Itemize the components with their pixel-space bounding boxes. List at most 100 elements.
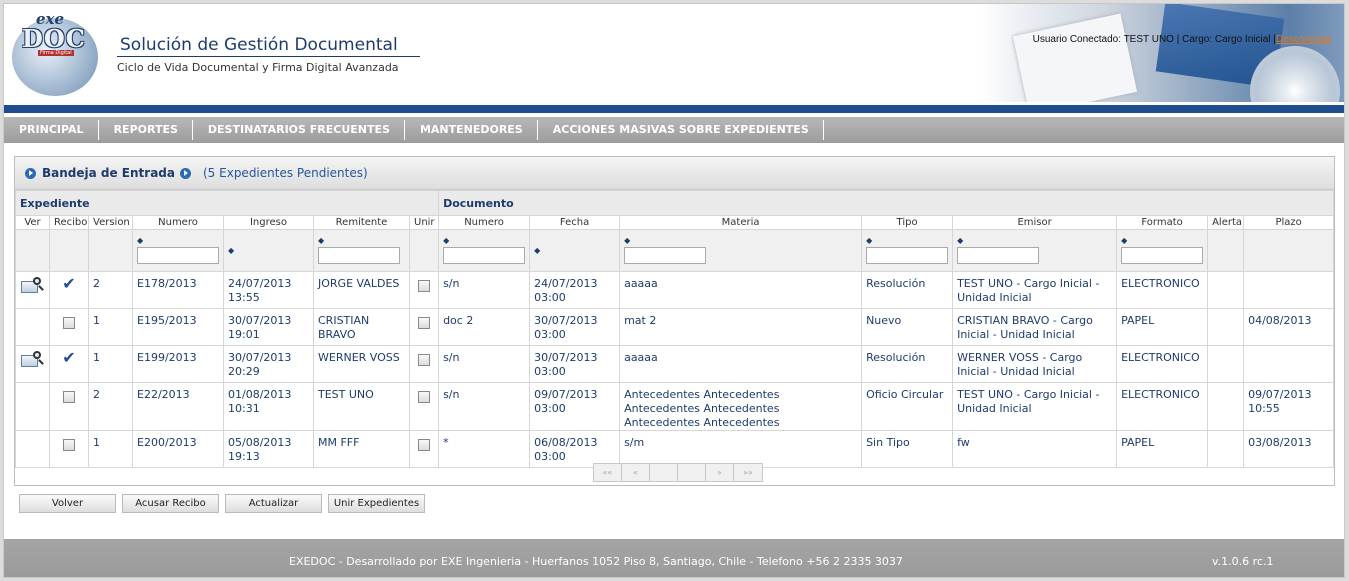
sort-materia-icon[interactable]: ◆ bbox=[624, 236, 857, 246]
merge-checkbox[interactable] bbox=[418, 439, 431, 451]
table-row[interactable]: ✔ 2 E178/2013 24/07/2013 13:55 JORGE VALDES s… bbox=[15, 271, 1335, 309]
merge-checkbox[interactable] bbox=[418, 391, 431, 403]
cell-formato: ELECTRONICO bbox=[1116, 271, 1209, 309]
sort-ingreso-icon[interactable]: ◆ bbox=[228, 246, 309, 256]
table-row[interactable]: 1 E195/2013 30/07/2013 19:01 CRISTIAN BRAVO… bbox=[15, 308, 1335, 346]
cell-emisor: fw bbox=[952, 430, 1118, 468]
cell-remitente: MM FFF bbox=[313, 430, 410, 468]
inbox-toggle-icon[interactable] bbox=[180, 167, 191, 179]
cell-tipo: Resolución bbox=[861, 271, 954, 309]
main-nav: PRINCIPAL REPORTES DESTINATARIOS FRECUEN… bbox=[4, 117, 1344, 143]
merge-checkbox[interactable] bbox=[418, 280, 431, 292]
received-check-icon: ✔ bbox=[62, 274, 76, 293]
filter-doc-numero-input[interactable] bbox=[443, 247, 526, 264]
footer-text: EXEDOC - Desarrollado por EXE Ingenieria… bbox=[289, 555, 903, 568]
cell-version: 2 bbox=[88, 271, 133, 309]
cell-unir bbox=[408, 308, 440, 346]
filter-tipo-input[interactable] bbox=[866, 247, 949, 264]
nav-mantenedores[interactable]: MANTENEDORES bbox=[405, 120, 538, 140]
receipt-checkbox[interactable] bbox=[63, 317, 75, 329]
cell-ingreso: 30/07/2013 19:01 bbox=[223, 308, 314, 346]
sort-formato-icon[interactable]: ◆ bbox=[1121, 236, 1203, 246]
cell-tipo: Resolución bbox=[861, 345, 954, 383]
cell-formato: ELECTRONICO bbox=[1116, 345, 1209, 383]
cell-doc-numero: s/n bbox=[438, 345, 531, 383]
filter-numero-input[interactable] bbox=[137, 247, 219, 264]
table-row[interactable]: 2 E22/2013 01/08/2013 10:31 TEST UNO s/n 09/0… bbox=[15, 382, 1335, 431]
cell-fecha: 06/08/2013 03:00 bbox=[529, 430, 621, 468]
cell-alerta bbox=[1207, 271, 1245, 309]
col-fecha: Fecha bbox=[529, 215, 621, 230]
col-formato: Formato bbox=[1116, 215, 1209, 230]
view-folder-icon[interactable] bbox=[20, 277, 45, 295]
sort-numero-icon[interactable]: ◆ bbox=[137, 236, 219, 246]
view-folder-icon[interactable] bbox=[20, 351, 45, 369]
cell-numero: E178/2013 bbox=[132, 271, 224, 309]
table-row[interactable]: ✔ 1 E199/2013 30/07/2013 20:29 WERNER VOSS s/… bbox=[15, 345, 1335, 383]
app-title: Solución de Gestión Documental bbox=[117, 35, 420, 57]
cell-version: 1 bbox=[88, 345, 133, 383]
nav-acciones-masivas[interactable]: ACCIONES MASIVAS SOBRE EXPEDIENTES bbox=[538, 120, 824, 140]
col-unir: Unir bbox=[408, 215, 440, 230]
cell-ver bbox=[15, 382, 50, 431]
last-page-button[interactable]: »» bbox=[734, 464, 762, 481]
nav-destinatarios-frecuentes[interactable]: DESTINATARIOS FRECUENTES bbox=[193, 120, 405, 140]
table-row[interactable]: 1 E200/2013 05/08/2013 19:13 MM FFF * 06/08/2… bbox=[15, 430, 1335, 468]
sort-doc-numero-icon[interactable]: ◆ bbox=[443, 236, 525, 246]
cell-ingreso: 30/07/2013 20:29 bbox=[223, 345, 314, 383]
cell-numero: E199/2013 bbox=[132, 345, 224, 383]
receipt-checkbox[interactable] bbox=[63, 439, 75, 451]
cell-plazo bbox=[1243, 345, 1335, 383]
col-doc-numero: Numero bbox=[438, 215, 531, 230]
filter-remitente-input[interactable] bbox=[318, 247, 400, 264]
cell-fecha: 24/07/2013 03:00 bbox=[529, 271, 621, 309]
action-buttons: Volver Acusar Recibo Actualizar Unir Exp… bbox=[19, 494, 425, 513]
cell-remitente: WERNER VOSS bbox=[313, 345, 410, 383]
cell-version: 1 bbox=[88, 430, 133, 468]
logout-link[interactable]: Desconectar bbox=[1276, 34, 1332, 45]
page-slot[interactable] bbox=[678, 464, 706, 481]
cell-unir bbox=[408, 430, 440, 468]
sort-tipo-icon[interactable]: ◆ bbox=[866, 236, 948, 246]
next-page-button[interactable]: » bbox=[706, 464, 734, 481]
version-label: v.1.0.6 rc.1 bbox=[1212, 555, 1274, 568]
pagination: «« « » »» bbox=[593, 463, 763, 482]
cell-doc-numero: * bbox=[438, 430, 531, 468]
receipt-checkbox[interactable] bbox=[63, 391, 75, 403]
filter-formato-input[interactable] bbox=[1121, 247, 1204, 264]
acusar-recibo-button[interactable]: Acusar Recibo bbox=[122, 494, 219, 513]
page-slot[interactable] bbox=[650, 464, 678, 481]
sort-fecha-icon[interactable]: ◆ bbox=[534, 246, 615, 256]
prev-page-button[interactable]: « bbox=[622, 464, 650, 481]
nav-reportes[interactable]: REPORTES bbox=[99, 120, 193, 140]
actualizar-button[interactable]: Actualizar bbox=[225, 494, 322, 513]
cell-emisor: TEST UNO - Cargo Inicial - Unidad Inicia… bbox=[952, 271, 1118, 309]
user-info-text: Usuario Conectado: TEST UNO | Cargo: Car… bbox=[1032, 34, 1276, 45]
cell-fecha: 30/07/2013 03:00 bbox=[529, 345, 621, 383]
cell-remitente: JORGE VALDES bbox=[313, 271, 410, 309]
nav-principal[interactable]: PRINCIPAL bbox=[4, 120, 99, 140]
first-page-button[interactable]: «« bbox=[594, 464, 622, 481]
filter-recibo bbox=[49, 229, 89, 272]
group-documento: Documento bbox=[438, 190, 1335, 216]
cell-emisor: TEST UNO - Cargo Inicial - Unidad Inicia… bbox=[952, 382, 1118, 431]
filter-emisor-input[interactable] bbox=[957, 247, 1040, 264]
filter-doc-numero: ◆ bbox=[438, 229, 531, 272]
merge-checkbox[interactable] bbox=[418, 317, 431, 329]
filter-materia-input[interactable] bbox=[624, 247, 707, 264]
cell-fecha: 30/07/2013 03:00 bbox=[529, 308, 621, 346]
sort-emisor-icon[interactable]: ◆ bbox=[957, 236, 1112, 246]
cell-version: 2 bbox=[88, 382, 133, 431]
cell-doc-numero: doc 2 bbox=[438, 308, 531, 346]
col-tipo: Tipo bbox=[861, 215, 954, 230]
sort-remitente-icon[interactable]: ◆ bbox=[318, 236, 405, 246]
unir-expedientes-button[interactable]: Unir Expedientes bbox=[328, 494, 425, 513]
inbox-table: Expediente Documento Ver Recibo Version … bbox=[14, 190, 1335, 468]
app-window: exe DOC Firma Digital Solución de Gestió… bbox=[3, 3, 1345, 578]
col-recibo: Recibo bbox=[49, 215, 89, 230]
merge-checkbox[interactable] bbox=[418, 354, 431, 366]
col-ingreso: Ingreso bbox=[223, 215, 314, 230]
volver-button[interactable]: Volver bbox=[19, 494, 116, 513]
logo-sub-text: Firma Digital bbox=[38, 50, 74, 56]
cell-unir bbox=[408, 382, 440, 431]
